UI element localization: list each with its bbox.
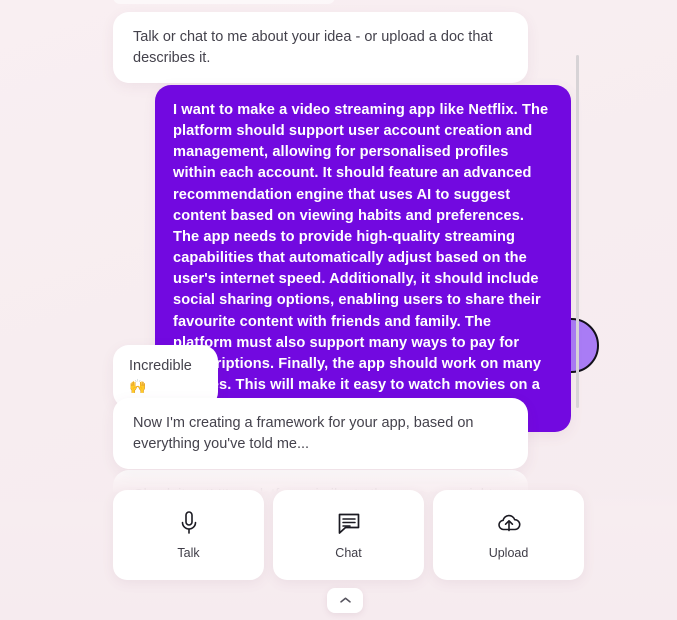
upload-button[interactable]: Upload (433, 490, 584, 580)
collapse-panel-button[interactable] (327, 588, 363, 613)
action-button-group: Talk Chat Upload (113, 490, 584, 580)
raising-hands-emoji: 🙌 (129, 377, 147, 394)
list-item: Talk or chat to me about your idea - or … (113, 12, 528, 84)
chevron-up-icon (339, 592, 352, 610)
talk-button[interactable]: Talk (113, 490, 264, 580)
assistant-message-intro: Talk or chat to me about your idea - or … (113, 12, 528, 84)
microphone-icon (176, 510, 202, 536)
chat-button[interactable]: Chat (273, 490, 424, 580)
chat-button-label: Chat (335, 546, 362, 560)
upload-button-label: Upload (488, 546, 529, 560)
assistant-message-framework: Now I'm creating a framework for your ap… (113, 398, 528, 470)
assistant-message-incredible-text: Incredible (129, 358, 192, 374)
chat-scrollbar[interactable] (576, 55, 579, 408)
list-item: Now I'm creating a framework for your ap… (113, 398, 528, 470)
message-bubble-partial-top (113, 0, 335, 4)
talk-button-label: Talk (177, 546, 200, 560)
chat-bubble-icon (336, 510, 362, 536)
cloud-upload-icon (496, 510, 522, 536)
app-root: Talk or chat to me about your idea - or … (0, 0, 677, 620)
